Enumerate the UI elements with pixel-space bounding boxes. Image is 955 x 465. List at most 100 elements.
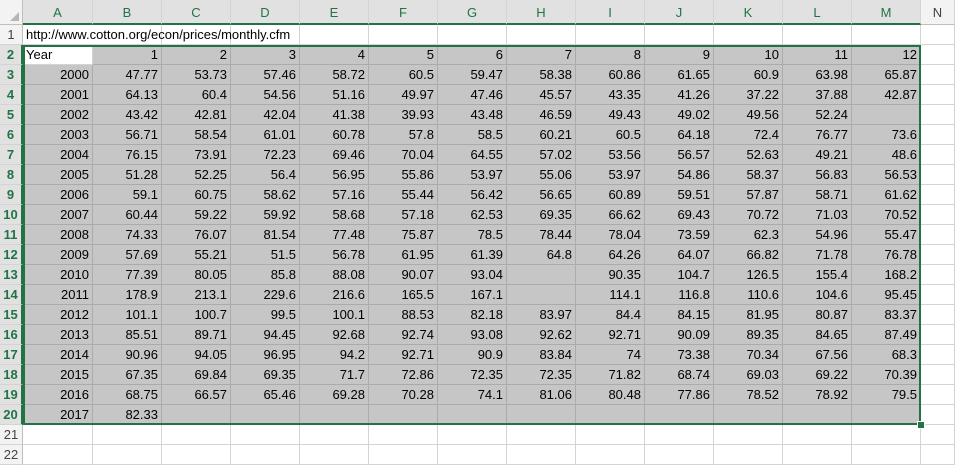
cell-i10[interactable]: 66.62 <box>576 205 645 225</box>
row-header-5[interactable]: 5 <box>0 105 23 125</box>
cell-k6[interactable]: 72.4 <box>714 125 783 145</box>
cell-f2[interactable]: 5 <box>369 45 438 65</box>
cell-a15[interactable]: 2012 <box>23 305 93 325</box>
row-header-22[interactable]: 22 <box>0 445 23 465</box>
cell-f20[interactable] <box>369 405 438 425</box>
cell-d18[interactable]: 69.35 <box>231 365 300 385</box>
cell-h20[interactable] <box>507 405 576 425</box>
cell-e13[interactable]: 88.08 <box>300 265 369 285</box>
cell-i12[interactable]: 64.26 <box>576 245 645 265</box>
cell-k10[interactable]: 70.72 <box>714 205 783 225</box>
cell-c7[interactable]: 73.91 <box>162 145 231 165</box>
cell-n22[interactable] <box>921 445 955 465</box>
cell-n2[interactable] <box>921 45 955 65</box>
cell-l7[interactable]: 49.21 <box>783 145 852 165</box>
cell-m6[interactable]: 73.6 <box>852 125 921 145</box>
cell-a22[interactable] <box>23 445 93 465</box>
cell-a20[interactable]: 2017 <box>23 405 93 425</box>
column-header-b[interactable]: B <box>93 0 162 25</box>
cell-f4[interactable]: 49.97 <box>369 85 438 105</box>
column-header-e[interactable]: E <box>300 0 369 25</box>
cell-k16[interactable]: 89.35 <box>714 325 783 345</box>
cell-j3[interactable]: 61.65 <box>645 65 714 85</box>
cell-i7[interactable]: 53.56 <box>576 145 645 165</box>
cell-n13[interactable] <box>921 265 955 285</box>
cell-k1[interactable] <box>714 25 783 45</box>
cell-m3[interactable]: 65.87 <box>852 65 921 85</box>
row-header-4[interactable]: 4 <box>0 85 23 105</box>
cell-c20[interactable] <box>162 405 231 425</box>
column-header-j[interactable]: J <box>645 0 714 25</box>
cell-d11[interactable]: 81.54 <box>231 225 300 245</box>
cell-d2[interactable]: 3 <box>231 45 300 65</box>
cell-b21[interactable] <box>93 425 162 445</box>
cell-c6[interactable]: 58.54 <box>162 125 231 145</box>
cell-a9[interactable]: 2006 <box>23 185 93 205</box>
cell-b11[interactable]: 74.33 <box>93 225 162 245</box>
cell-l14[interactable]: 104.6 <box>783 285 852 305</box>
cell-g17[interactable]: 90.9 <box>438 345 507 365</box>
cell-e22[interactable] <box>300 445 369 465</box>
cell-k15[interactable]: 81.95 <box>714 305 783 325</box>
row-header-15[interactable]: 15 <box>0 305 23 325</box>
cell-a3[interactable]: 2000 <box>23 65 93 85</box>
cell-h5[interactable]: 46.59 <box>507 105 576 125</box>
column-header-f[interactable]: F <box>369 0 438 25</box>
cell-b5[interactable]: 43.42 <box>93 105 162 125</box>
cell-k8[interactable]: 58.37 <box>714 165 783 185</box>
cell-c22[interactable] <box>162 445 231 465</box>
cell-h2[interactable]: 7 <box>507 45 576 65</box>
cell-i15[interactable]: 84.4 <box>576 305 645 325</box>
cell-c13[interactable]: 80.05 <box>162 265 231 285</box>
cell-b14[interactable]: 178.9 <box>93 285 162 305</box>
cell-g19[interactable]: 74.1 <box>438 385 507 405</box>
cell-l5[interactable]: 52.24 <box>783 105 852 125</box>
cell-m21[interactable] <box>852 425 921 445</box>
cell-b18[interactable]: 67.35 <box>93 365 162 385</box>
cell-h10[interactable]: 69.35 <box>507 205 576 225</box>
row-header-8[interactable]: 8 <box>0 165 23 185</box>
cell-e3[interactable]: 58.72 <box>300 65 369 85</box>
cell-k3[interactable]: 60.9 <box>714 65 783 85</box>
spreadsheet-grid[interactable]: A B C D E F G H I J K L M N 1 2 3 4 5 6 7 8 9 10 11 12 13 14 15 16 17 1… <box>0 0 955 465</box>
cell-g2[interactable]: 6 <box>438 45 507 65</box>
cell-n21[interactable] <box>921 425 955 445</box>
cell-l4[interactable]: 37.88 <box>783 85 852 105</box>
cell-d17[interactable]: 96.95 <box>231 345 300 365</box>
cell-e11[interactable]: 77.48 <box>300 225 369 245</box>
cell-l8[interactable]: 56.83 <box>783 165 852 185</box>
cell-m2[interactable]: 12 <box>852 45 921 65</box>
cell-n9[interactable] <box>921 185 955 205</box>
cell-c12[interactable]: 55.21 <box>162 245 231 265</box>
cell-b15[interactable]: 101.1 <box>93 305 162 325</box>
cell-n20[interactable] <box>921 405 955 425</box>
cell-f15[interactable]: 88.53 <box>369 305 438 325</box>
cell-b4[interactable]: 64.13 <box>93 85 162 105</box>
cell-d5[interactable]: 42.04 <box>231 105 300 125</box>
cell-m4[interactable]: 42.87 <box>852 85 921 105</box>
cell-c14[interactable]: 213.1 <box>162 285 231 305</box>
cell-i20[interactable] <box>576 405 645 425</box>
cell-c5[interactable]: 42.81 <box>162 105 231 125</box>
cell-m11[interactable]: 55.47 <box>852 225 921 245</box>
cell-n1[interactable] <box>921 25 955 45</box>
row-header-11[interactable]: 11 <box>0 225 23 245</box>
cell-e4[interactable]: 51.16 <box>300 85 369 105</box>
cell-d14[interactable]: 229.6 <box>231 285 300 305</box>
cell-f1[interactable] <box>369 25 438 45</box>
cell-i18[interactable]: 71.82 <box>576 365 645 385</box>
cell-j11[interactable]: 73.59 <box>645 225 714 245</box>
cell-a19[interactable]: 2016 <box>23 385 93 405</box>
cell-k2[interactable]: 10 <box>714 45 783 65</box>
cell-b10[interactable]: 60.44 <box>93 205 162 225</box>
cell-f16[interactable]: 92.74 <box>369 325 438 345</box>
column-header-m[interactable]: M <box>852 0 921 25</box>
cell-a16[interactable]: 2013 <box>23 325 93 345</box>
cell-e6[interactable]: 60.78 <box>300 125 369 145</box>
cell-d20[interactable] <box>231 405 300 425</box>
cell-n12[interactable] <box>921 245 955 265</box>
cell-k13[interactable]: 126.5 <box>714 265 783 285</box>
cell-g16[interactable]: 93.08 <box>438 325 507 345</box>
cell-m7[interactable]: 48.6 <box>852 145 921 165</box>
column-header-i[interactable]: I <box>576 0 645 25</box>
